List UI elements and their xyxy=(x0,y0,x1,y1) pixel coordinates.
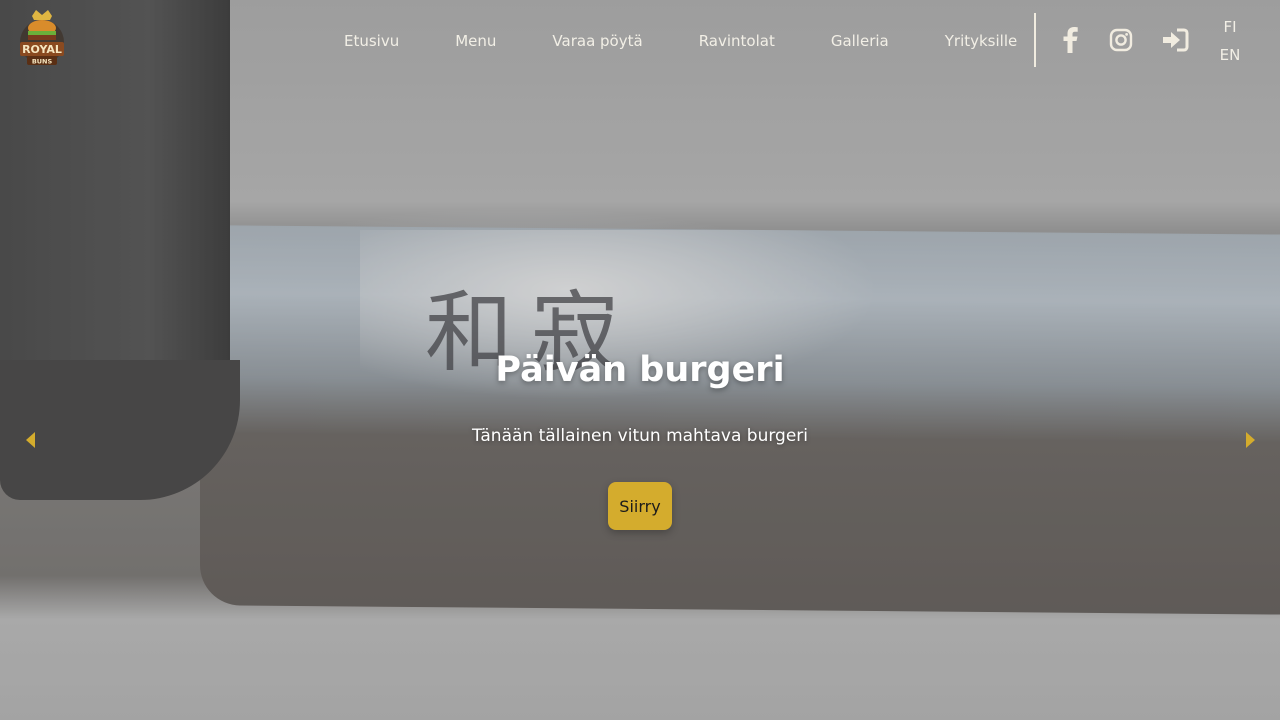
nav-link-menu[interactable]: Menu xyxy=(455,32,496,50)
svg-text:BUNS: BUNS xyxy=(32,58,53,66)
nav-link-varaa-poyta[interactable]: Varaa pöytä xyxy=(552,32,642,50)
lang-fi[interactable]: FI xyxy=(1214,18,1246,36)
carousel-next-arrow-icon[interactable] xyxy=(1240,430,1260,450)
carousel-prev-arrow-icon[interactable] xyxy=(21,430,41,450)
hero-subtitle: Tänään tällainen vitun mahtava burgeri xyxy=(471,426,809,446)
login-icon[interactable] xyxy=(1161,26,1189,54)
svg-text:ROYAL: ROYAL xyxy=(22,43,62,56)
cta-button[interactable]: Siirry xyxy=(608,482,672,530)
hero-title: Päivän burgeri xyxy=(495,350,785,390)
nav-link-etusivu[interactable]: Etusivu xyxy=(344,32,399,50)
facebook-icon[interactable] xyxy=(1057,26,1085,54)
navbar: ROYAL BUNS Etusivu Menu Varaa pöytä Ravi… xyxy=(0,0,1280,82)
hero-section: 和寂 ROYAL BUNS Etusivu Menu Varaa pöytä R… xyxy=(0,0,1280,720)
instagram-icon[interactable] xyxy=(1107,26,1135,54)
lang-en[interactable]: EN xyxy=(1214,46,1246,64)
nav-link-galleria[interactable]: Galleria xyxy=(831,32,889,50)
nav-divider xyxy=(1034,13,1036,67)
nav-link-ravintolat[interactable]: Ravintolat xyxy=(699,32,775,50)
royal-buns-logo[interactable]: ROYAL BUNS xyxy=(14,6,70,76)
nav-links: Etusivu Menu Varaa pöytä Ravintolat Gall… xyxy=(316,0,1045,82)
nav-link-yrityksille[interactable]: Yrityksille xyxy=(945,32,1018,50)
